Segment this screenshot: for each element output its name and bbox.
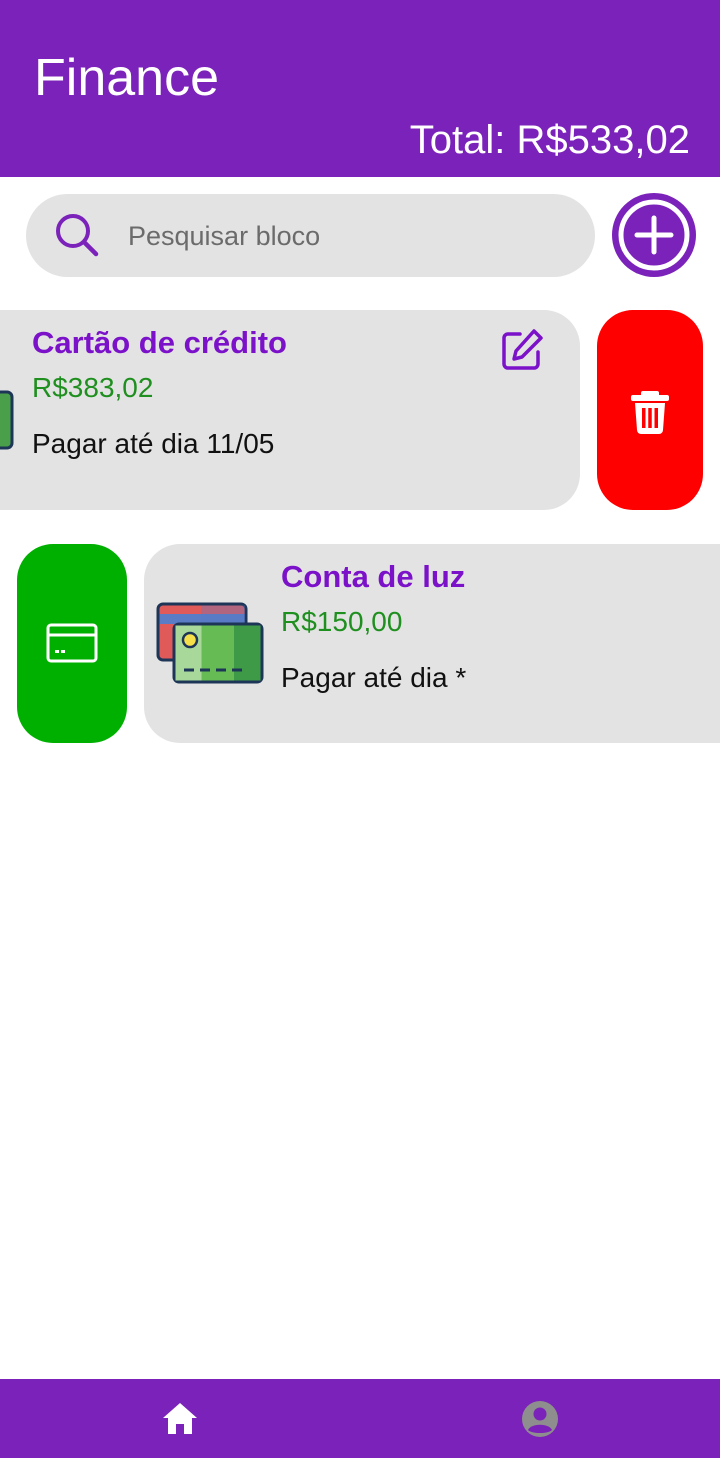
app-header: Finance Total: R$533,02: [0, 0, 720, 177]
app-title: Finance: [34, 49, 219, 107]
bottom-navigation: [0, 1379, 720, 1458]
nav-profile-button[interactable]: [518, 1397, 562, 1441]
trash-icon: [631, 391, 669, 434]
search-icon: [56, 214, 99, 257]
bill-card[interactable]: Conta de luz R$150,00 Pagar até dia *: [144, 544, 720, 743]
bill-title: Cartão de crédito: [32, 325, 287, 360]
bill-card[interactable]: Cartão de crédito R$383,02 Pagar até dia…: [0, 310, 580, 510]
search-bar[interactable]: [26, 194, 595, 277]
edit-button[interactable]: [498, 326, 546, 374]
credit-cards-illustration-icon: [156, 602, 264, 684]
bill-amount: R$150,00: [281, 606, 403, 637]
plus-circle-icon: [618, 199, 690, 271]
edit-icon: [502, 329, 543, 370]
add-block-button[interactable]: [612, 193, 696, 277]
app-screen: Finance Total: R$533,02 Cartão de crédit…: [0, 0, 720, 1458]
bill-amount: R$383,02: [32, 372, 154, 403]
account-circle-icon: [522, 1401, 558, 1437]
search-input[interactable]: [126, 212, 570, 260]
bill-due-date: Pagar até dia 11/05: [32, 428, 275, 459]
credit-card-icon: [46, 623, 98, 663]
bill-due-date: Pagar até dia *: [281, 662, 467, 693]
nav-home-button[interactable]: [158, 1397, 202, 1441]
home-icon: [163, 1403, 197, 1434]
delete-button[interactable]: [597, 310, 703, 510]
credit-card-illustration-icon: [0, 390, 14, 450]
total-amount: Total: R$533,02: [409, 118, 690, 162]
bill-title: Conta de luz: [281, 559, 466, 594]
pay-button[interactable]: [17, 544, 127, 743]
